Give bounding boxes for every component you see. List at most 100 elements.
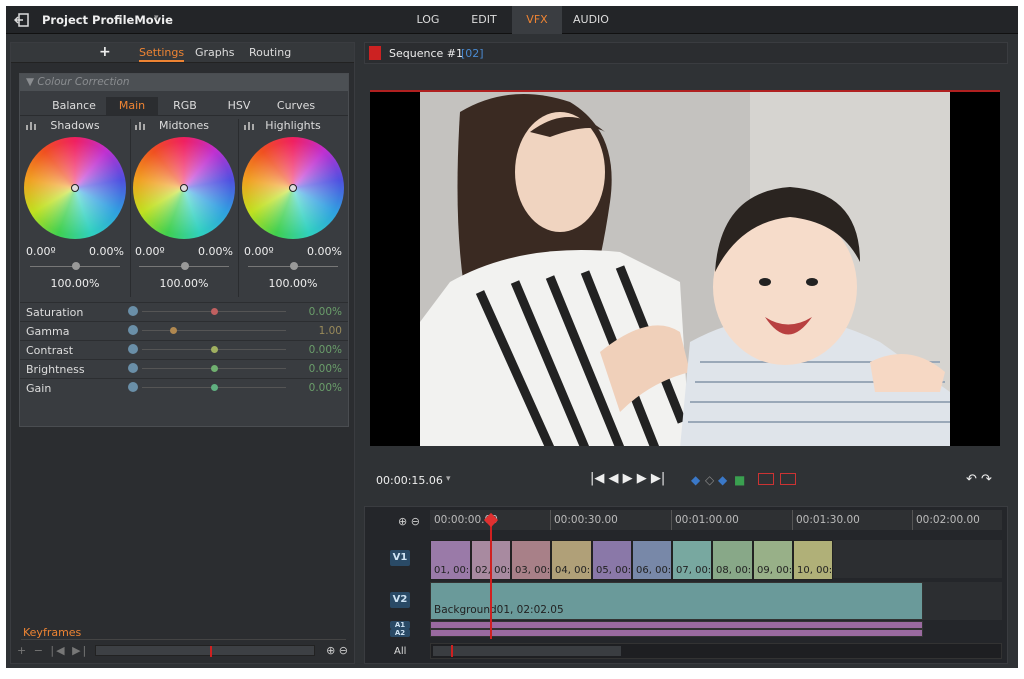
timeline-clip[interactable]: 10, 00:	[793, 540, 833, 580]
slider-knob[interactable]	[210, 365, 218, 372]
track-a1[interactable]: A1	[390, 621, 410, 629]
all-tracks-button[interactable]: All	[394, 646, 406, 657]
scrollbar-thumb[interactable]	[433, 646, 621, 656]
top-bar: Project ProfileMovie ▾ LOG EDIT VFX AUDI…	[6, 6, 1018, 34]
wheel-handle[interactable]	[180, 184, 188, 192]
angle-value[interactable]: 0.00º	[244, 245, 274, 258]
wheel-handle[interactable]	[289, 184, 297, 192]
track-v1[interactable]: V1	[390, 550, 410, 566]
keyframe-controls-icon[interactable]: + − |◀ ▶|	[17, 644, 88, 657]
midtones-colour-wheel[interactable]	[133, 137, 235, 239]
tab-rgb[interactable]: RGB	[160, 97, 210, 115]
app-window: Project ProfileMovie ▾ LOG EDIT VFX AUDI…	[6, 6, 1018, 668]
timeline-clip[interactable]: 03, 00:	[511, 540, 551, 580]
mark-out-icon[interactable]: ◆	[718, 473, 727, 487]
slider-knob[interactable]	[170, 327, 178, 334]
tab-edit[interactable]: EDIT	[462, 6, 506, 34]
lift-icon[interactable]	[758, 473, 774, 485]
shadows-colour-wheel[interactable]	[24, 137, 126, 239]
slider-knob[interactable]	[290, 262, 298, 270]
exit-project-icon[interactable]	[14, 12, 30, 28]
tab-audio[interactable]: AUDIO	[568, 6, 614, 34]
clip-label: 09, 00:	[757, 565, 793, 576]
marker-icon[interactable]: ■	[734, 473, 745, 487]
reset-icon[interactable]	[128, 363, 138, 373]
amount-value[interactable]: 0.00%	[307, 245, 342, 258]
adj-value[interactable]: 0.00%	[309, 344, 342, 356]
extract-icon[interactable]	[780, 473, 796, 485]
audio-clip-a2[interactable]	[430, 629, 923, 637]
slider-knob[interactable]	[210, 384, 218, 391]
level-slider[interactable]	[248, 262, 338, 270]
colour-correction-box: ▼ Colour Correction Balance Main RGB HSV…	[19, 73, 349, 427]
highlights-colour-wheel[interactable]	[242, 137, 344, 239]
timeline-clip[interactable]: 04, 00:	[551, 540, 592, 580]
level-value[interactable]: 100.00%	[240, 277, 346, 290]
mark-in-icon[interactable]: ◆	[691, 473, 700, 487]
timeline-clip[interactable]: 05, 00:	[592, 540, 632, 580]
tab-graphs[interactable]: Graphs	[195, 46, 234, 59]
transport-controls-icon[interactable]: |◀ ◀ ▶ ▶ ▶|	[590, 471, 665, 486]
timeline-scrollbar[interactable]	[430, 643, 1002, 659]
tab-vfx[interactable]: VFX	[512, 6, 562, 34]
adj-value[interactable]: 0.00%	[309, 363, 342, 375]
timeline-clip[interactable]: 08, 00:	[712, 540, 753, 580]
undo-redo-icon[interactable]: ↶ ↷	[966, 472, 992, 487]
timeline-clip[interactable]: 09, 00:	[753, 540, 793, 580]
slider-knob[interactable]	[181, 262, 189, 270]
tab-main[interactable]: Main	[106, 97, 158, 115]
tab-log[interactable]: LOG	[408, 6, 448, 34]
tab-routing[interactable]: Routing	[249, 46, 291, 59]
clip-label: 01, 00:	[434, 565, 470, 576]
level-value[interactable]: 100.00%	[131, 277, 237, 290]
level-slider[interactable]	[30, 262, 120, 270]
timeline-ruler[interactable]: 00:00:00.00 00:00:30.00 00:01:00.00 00:0…	[430, 510, 1002, 530]
contrast-slider[interactable]	[142, 346, 286, 353]
adj-value[interactable]: 1.00	[319, 325, 342, 337]
keyframe-track[interactable]	[95, 645, 315, 657]
audio-clip-a1[interactable]	[430, 621, 923, 629]
timecode-menu-caret-icon[interactable]: ▾	[446, 474, 451, 484]
background-clip[interactable]: Background01, 02:02.05	[430, 582, 923, 620]
keyframes-bar: + − |◀ ▶| ⊕ ⊖	[11, 642, 354, 662]
reset-icon[interactable]	[128, 325, 138, 335]
playhead[interactable]	[490, 522, 492, 639]
level-slider[interactable]	[139, 262, 229, 270]
reset-icon[interactable]	[128, 306, 138, 316]
angle-value[interactable]: 0.00º	[135, 245, 165, 258]
brightness-slider[interactable]	[142, 365, 286, 372]
sequence-title[interactable]: Sequence #1	[389, 47, 463, 60]
tab-curves[interactable]: Curves	[268, 97, 324, 115]
colour-correction-header[interactable]: ▼ Colour Correction	[20, 74, 348, 91]
gain-slider[interactable]	[142, 384, 286, 391]
timeline-clip[interactable]: 01, 00:	[430, 540, 471, 580]
reset-icon[interactable]	[128, 382, 138, 392]
reset-icon[interactable]	[128, 344, 138, 354]
slider-knob[interactable]	[210, 346, 218, 353]
timeline-zoom-icon[interactable]: ⊕ ⊖	[398, 515, 420, 528]
tab-hsv[interactable]: HSV	[216, 97, 262, 115]
video-viewer[interactable]	[370, 90, 1000, 446]
timeline-clip[interactable]: 06, 00:	[632, 540, 672, 580]
add-effect-button[interactable]: +	[99, 44, 111, 60]
viewer-timecode[interactable]: 00:00:15.06	[376, 474, 443, 487]
zoom-icon[interactable]: ⊕ ⊖	[326, 644, 348, 657]
gamma-slider[interactable]	[142, 327, 286, 334]
tab-balance[interactable]: Balance	[44, 97, 104, 115]
slider-knob[interactable]	[72, 262, 80, 270]
track-v2[interactable]: V2	[390, 592, 410, 608]
wheel-handle[interactable]	[71, 184, 79, 192]
level-value[interactable]: 100.00%	[22, 277, 128, 290]
project-menu-caret-icon[interactable]: ▾	[154, 13, 159, 23]
timeline-clip[interactable]: 07, 00:	[672, 540, 712, 580]
track-a2[interactable]: A2	[390, 629, 410, 637]
keyframe-icon[interactable]: ◇	[705, 473, 714, 487]
adj-value[interactable]: 0.00%	[309, 382, 342, 394]
saturation-slider[interactable]	[142, 308, 286, 315]
adj-value[interactable]: 0.00%	[309, 306, 342, 318]
amount-value[interactable]: 0.00%	[198, 245, 233, 258]
angle-value[interactable]: 0.00º	[26, 245, 56, 258]
amount-value[interactable]: 0.00%	[89, 245, 124, 258]
tab-settings[interactable]: Settings	[139, 46, 185, 62]
slider-knob[interactable]	[210, 308, 218, 315]
